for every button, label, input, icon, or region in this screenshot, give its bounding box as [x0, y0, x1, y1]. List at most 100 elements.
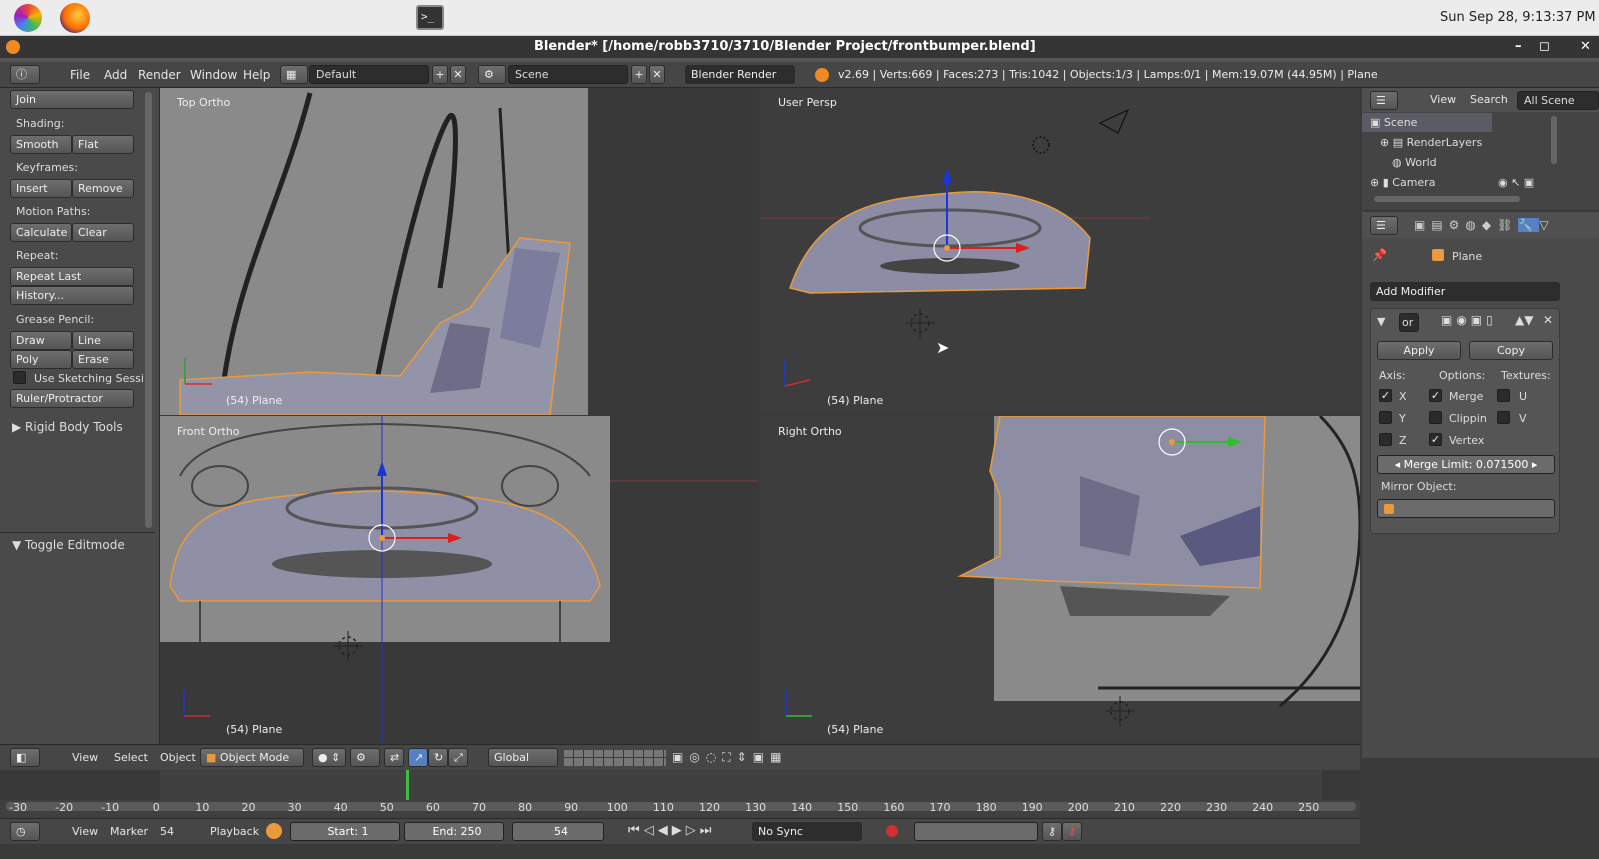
- merge-checkbox[interactable]: ✓: [1429, 389, 1442, 402]
- insert-keyframe-icon[interactable]: ⚷: [1042, 822, 1062, 841]
- scale-manipulator[interactable]: ⤢: [448, 748, 468, 767]
- poly-button[interactable]: Poly: [10, 350, 72, 369]
- view3d-object-menu[interactable]: Object: [160, 751, 196, 764]
- join-button[interactable]: Join: [10, 90, 134, 109]
- viewport-front-ortho[interactable]: Front Ortho (54) Plane: [160, 416, 758, 743]
- menu-help[interactable]: Help: [243, 68, 270, 82]
- close-button[interactable]: ✕: [1580, 39, 1591, 54]
- pin-icon[interactable]: 📌: [1372, 248, 1387, 262]
- texture-u-checkbox[interactable]: [1497, 389, 1510, 402]
- minimize-button[interactable]: –: [1515, 39, 1522, 54]
- view3d-editor-icon[interactable]: ◧: [10, 748, 40, 767]
- menu-window[interactable]: Window: [190, 68, 237, 82]
- clear-button[interactable]: Clear: [72, 223, 134, 242]
- keying-set-field[interactable]: [914, 822, 1038, 841]
- mirror-object-field[interactable]: [1377, 499, 1555, 518]
- timeline-frame-menu[interactable]: 54: [160, 825, 174, 838]
- history-button[interactable]: History...: [10, 286, 134, 305]
- manipulator-toggle[interactable]: ⇄: [384, 748, 404, 767]
- playback-controls[interactable]: ⏮◁◀▶▷⏭: [628, 823, 715, 838]
- ruler-button[interactable]: Ruler/Protractor: [10, 389, 134, 408]
- firefox-icon[interactable]: [60, 3, 90, 33]
- outliner-hscrollbar[interactable]: [1374, 196, 1520, 202]
- orientation-select[interactable]: Global: [488, 748, 558, 767]
- toggle-editmode-panel[interactable]: ▼ Toggle Editmode: [12, 538, 125, 552]
- outliner-search-menu[interactable]: Search: [1470, 93, 1508, 106]
- remove-modifier-button[interactable]: ✕: [1543, 313, 1553, 327]
- axis-x-checkbox[interactable]: ✓: [1379, 389, 1392, 402]
- repeat-last-button[interactable]: Repeat Last: [10, 267, 134, 286]
- delete-keyframe-icon[interactable]: ⚷: [1062, 822, 1082, 841]
- outliner-item-camera[interactable]: ⊕ ▮ Camera: [1370, 176, 1435, 189]
- viewport-shading-select[interactable]: ● ⇕: [312, 748, 346, 767]
- menu-add[interactable]: Add: [104, 68, 127, 82]
- move-modifier-icons[interactable]: ▲▼: [1515, 313, 1533, 327]
- line-button[interactable]: Line: [72, 331, 134, 350]
- screen-layout-icon[interactable]: ▦: [280, 65, 308, 84]
- render-engine-select[interactable]: Blender Render: [685, 65, 795, 84]
- record-button[interactable]: [886, 825, 898, 837]
- smooth-button[interactable]: Smooth: [10, 135, 72, 154]
- collapse-icon[interactable]: ▼: [1377, 315, 1385, 328]
- scene-icon[interactable]: ⚙: [478, 65, 506, 84]
- sketching-checkbox[interactable]: [13, 371, 26, 384]
- clipping-checkbox[interactable]: [1429, 411, 1442, 424]
- preview-range-icon[interactable]: [266, 823, 282, 839]
- properties-editor-icon[interactable]: ☰: [1370, 216, 1398, 235]
- draw-button[interactable]: Draw: [10, 331, 72, 350]
- copy-button[interactable]: Copy: [1469, 341, 1553, 360]
- clock[interactable]: Sun Sep 28, 9:13:37 PM: [1440, 10, 1596, 25]
- outliner-view-menu[interactable]: View: [1430, 93, 1456, 106]
- object-mode-select[interactable]: ■ Object Mode: [200, 748, 304, 767]
- end-frame-field[interactable]: End: 250: [404, 822, 504, 841]
- menu-render[interactable]: Render: [138, 68, 181, 82]
- outliner-editor-icon[interactable]: ☰: [1370, 91, 1398, 110]
- axis-z-checkbox[interactable]: [1379, 433, 1392, 446]
- erase-button[interactable]: Erase: [72, 350, 134, 369]
- editor-type-info-icon[interactable]: ⓘ: [10, 65, 40, 84]
- add-layout-button[interactable]: +: [432, 65, 448, 84]
- outliner-item-renderlayers[interactable]: ⊕ ▤ RenderLayers: [1380, 136, 1482, 149]
- flat-button[interactable]: Flat: [72, 135, 134, 154]
- scene-field[interactable]: Scene: [508, 65, 628, 84]
- properties-tabs[interactable]: ▣▤⚙◍◆⛓🔧▽: [1414, 218, 1555, 232]
- screen-layout-field[interactable]: Default: [309, 65, 429, 84]
- modifier-visibility-icons[interactable]: ▣◉▣▯: [1441, 313, 1497, 327]
- snap-tools-icons[interactable]: ▣◎◌⛶⇕▣▦: [672, 750, 787, 765]
- rotate-manipulator[interactable]: ↻: [428, 748, 448, 767]
- menu-file[interactable]: File: [70, 68, 90, 82]
- remove-scene-button[interactable]: ✕: [649, 65, 665, 84]
- rigid-body-tools-panel[interactable]: ▶ Rigid Body Tools: [12, 420, 123, 434]
- visibility-eye-icon[interactable]: ◉ ↖ ▣: [1498, 176, 1534, 189]
- current-frame-line[interactable]: [406, 770, 409, 800]
- applications-menu-icon[interactable]: [14, 4, 42, 32]
- translate-manipulator[interactable]: ↗: [408, 748, 428, 767]
- window-titlebar[interactable]: Blender* [/home/robb3710/3710/Blender Pr…: [0, 36, 1599, 58]
- timeline-editor-icon[interactable]: ◷: [10, 822, 40, 841]
- texture-v-checkbox[interactable]: [1497, 411, 1510, 424]
- start-frame-field[interactable]: Start: 1: [290, 822, 400, 841]
- insert-keyframe-button[interactable]: Insert: [10, 179, 72, 198]
- view3d-view-menu[interactable]: View: [72, 751, 98, 764]
- timeline-marker-menu[interactable]: Marker: [110, 825, 148, 838]
- calculate-button[interactable]: Calculate: [10, 223, 72, 242]
- outliner-scrollbar[interactable]: [1551, 116, 1557, 164]
- axis-y-checkbox[interactable]: [1379, 411, 1392, 424]
- view3d-select-menu[interactable]: Select: [114, 751, 148, 764]
- add-modifier-select[interactable]: Add Modifier: [1370, 282, 1560, 301]
- vertex-checkbox[interactable]: ✓: [1429, 433, 1442, 446]
- pivot-select[interactable]: ⚙: [350, 748, 380, 767]
- toolshelf-scrollbar[interactable]: [145, 92, 152, 528]
- current-frame-field[interactable]: 54: [512, 822, 604, 841]
- outliner-item-scene[interactable]: ▣ Scene: [1370, 116, 1417, 129]
- timeline-view-menu[interactable]: View: [72, 825, 98, 838]
- terminal-icon[interactable]: >_: [416, 5, 444, 30]
- viewport-user-persp[interactable]: User Persp (54) Plane ➤: [760, 88, 1360, 415]
- timeline[interactable]: -30 -20 -10 0 10 20 30 40 50 60 70 80 90 100 110 120 130…: [0, 770, 1360, 818]
- sync-select[interactable]: No Sync: [752, 822, 862, 841]
- add-scene-button[interactable]: +: [631, 65, 647, 84]
- viewport-top-ortho[interactable]: Top Ortho (54) Plane: [160, 88, 758, 415]
- maximize-button[interactable]: ◻: [1539, 39, 1550, 54]
- viewport-right-ortho[interactable]: Right Ortho (54) Plane: [760, 416, 1360, 743]
- timeline-playback-menu[interactable]: Playback: [210, 825, 259, 838]
